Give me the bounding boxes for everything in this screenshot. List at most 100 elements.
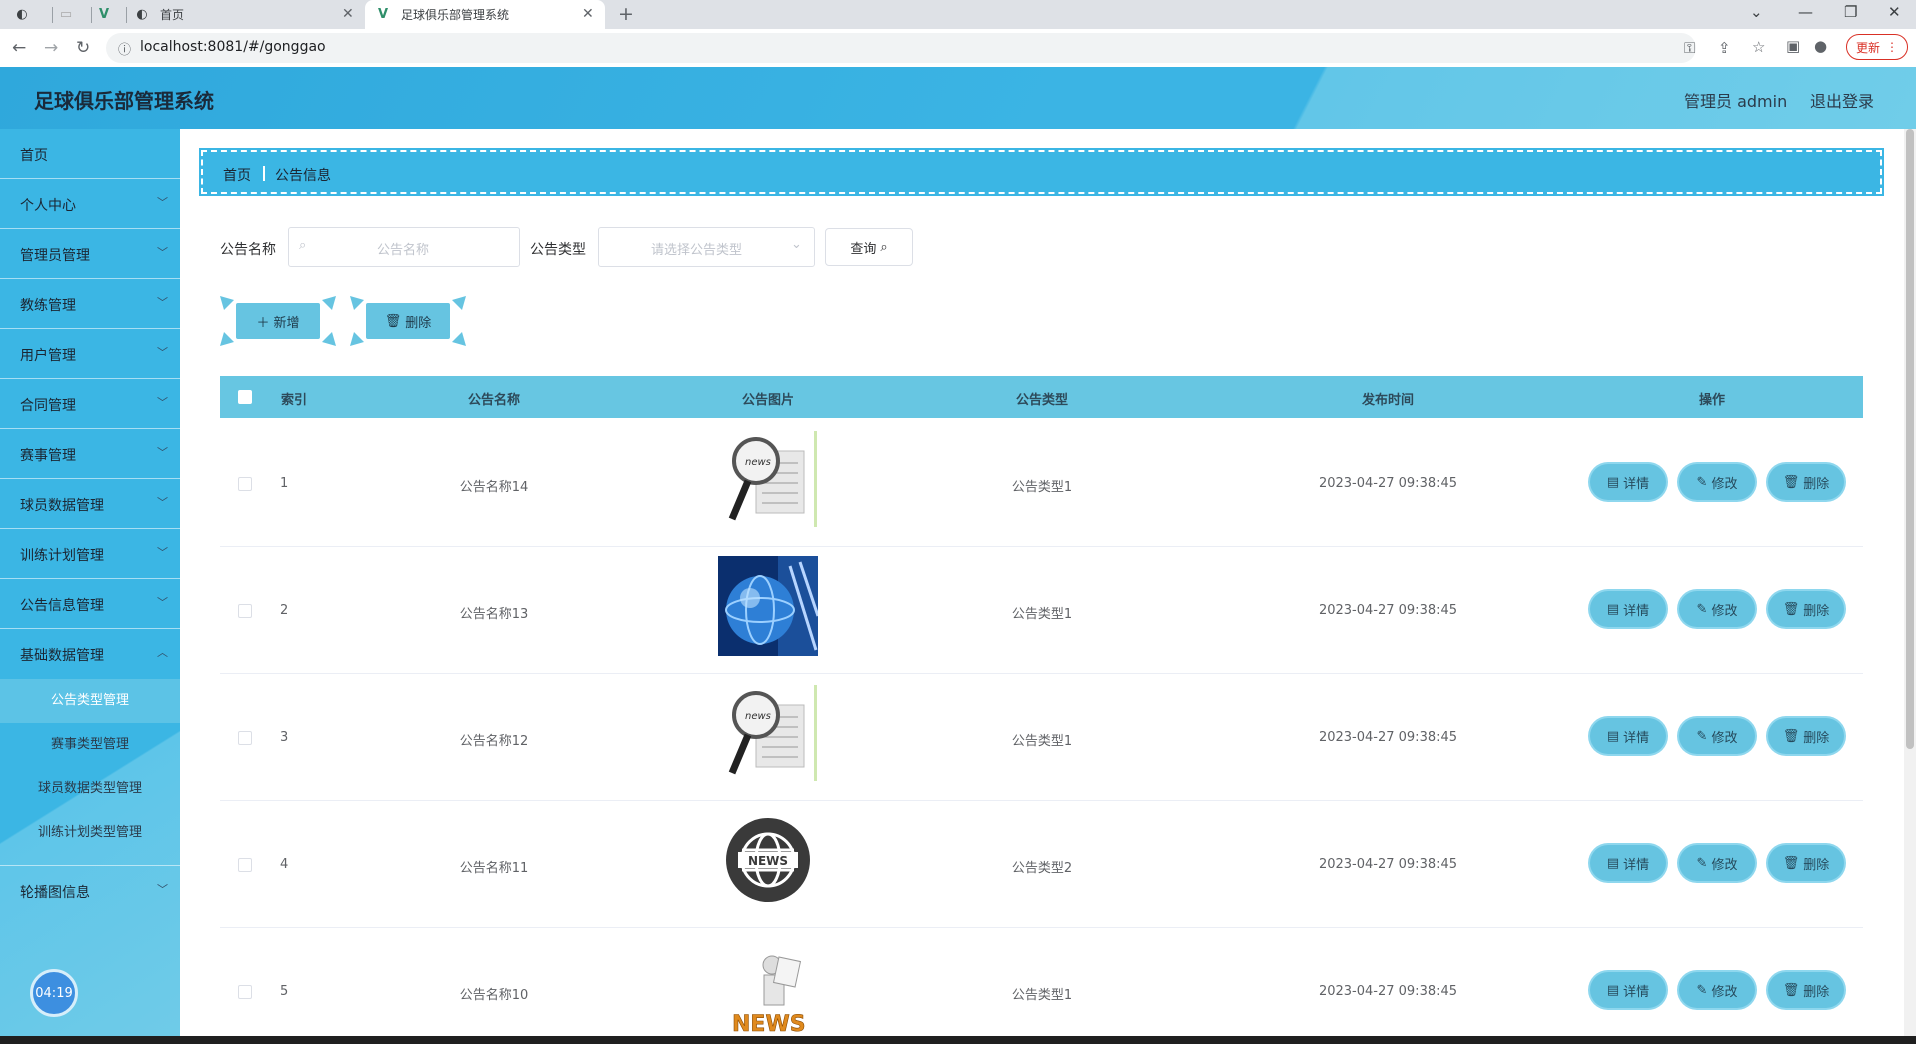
query-label: 查询 bbox=[850, 241, 877, 257]
profile-avatar-icon[interactable]: ● bbox=[1814, 37, 1827, 55]
detail-button[interactable]: ▤ 详情 bbox=[1590, 718, 1666, 754]
edit-button[interactable]: ✎ 修改 bbox=[1679, 845, 1755, 881]
filter-type-label: 公告类型 bbox=[530, 242, 586, 258]
chevron-down-icon: ﹀ bbox=[157, 883, 168, 896]
back-arrow-icon[interactable]: ← bbox=[12, 38, 26, 58]
logout-link[interactable]: 退出登录 bbox=[1810, 88, 1874, 112]
detail-button[interactable]: ▤ 详情 bbox=[1590, 972, 1666, 1008]
row-time: 2023-04-27 09:38:45 bbox=[1318, 857, 1458, 872]
sidebar-item-training[interactable]: 训练计划管理 ﹀ bbox=[0, 529, 180, 579]
breadcrumb-current: 公告信息 bbox=[275, 168, 331, 184]
sidebar-item-label: 球员数据管理 bbox=[20, 498, 104, 514]
document-icon: ▤ bbox=[1606, 728, 1620, 744]
sidebar-subitem-match-types[interactable]: 赛事类型管理 bbox=[0, 723, 180, 767]
vue-logo-icon: V bbox=[377, 7, 389, 22]
sidebar-item-users[interactable]: 用户管理 ﹀ bbox=[0, 329, 180, 379]
column-header: 操作 bbox=[1698, 393, 1726, 408]
chevron-down-icon: ﹀ bbox=[157, 596, 168, 609]
chevron-down-icon[interactable]: ⌄ bbox=[1750, 3, 1763, 21]
bookmark-star-icon[interactable]: ☆ bbox=[1752, 38, 1765, 56]
search-icon: ⌕ bbox=[880, 239, 888, 255]
announcement-type-select[interactable]: 请选择公告类型 ⌄ bbox=[598, 227, 815, 267]
row-index: 4 bbox=[280, 857, 289, 872]
delete-button[interactable]: 🗑 删除 bbox=[1768, 845, 1844, 881]
sidebar-item-player-data[interactable]: 球员数据管理 ﹀ bbox=[0, 479, 180, 529]
select-placeholder: 请选择公告类型 bbox=[651, 243, 743, 258]
sidebar-item-matches[interactable]: 赛事管理 ﹀ bbox=[0, 429, 180, 479]
row-checkbox[interactable] bbox=[238, 985, 252, 999]
blank-page-icon: ▭ bbox=[59, 7, 73, 22]
sidepanel-icon[interactable]: ▣ bbox=[1786, 37, 1800, 55]
edit-button[interactable]: ✎ 修改 bbox=[1679, 718, 1755, 754]
table-row: 4 公告名称11 NEWS 公告类型2 2023-04-27 09:38:45 … bbox=[220, 800, 1863, 928]
tab-pinned-2[interactable]: ▭ bbox=[58, 0, 92, 29]
document-icon: ▤ bbox=[1606, 982, 1620, 998]
info-icon[interactable]: ⓘ bbox=[118, 39, 131, 58]
announcement-name-input[interactable]: ⌕ 公告名称 bbox=[288, 227, 520, 267]
delete-button[interactable]: 🗑 删除 bbox=[1768, 464, 1844, 500]
taskbar-strip bbox=[0, 1036, 1916, 1044]
edit-label: 修改 bbox=[1711, 476, 1738, 492]
edit-button[interactable]: ✎ 修改 bbox=[1679, 972, 1755, 1008]
sidebar-item-announcements[interactable]: 公告信息管理 ﹀ bbox=[0, 579, 180, 629]
tab-home[interactable]: ◐ 首页 bbox=[134, 0, 360, 29]
breadcrumb-home[interactable]: 首页 bbox=[223, 165, 251, 185]
share-icon[interactable]: ⇪ bbox=[1718, 39, 1731, 57]
more-vert-icon: ⋮ bbox=[1886, 40, 1898, 54]
row-checkbox[interactable] bbox=[238, 858, 252, 872]
row-checkbox[interactable] bbox=[238, 477, 252, 491]
sidebar-subitem-player-data-types[interactable]: 球员数据类型管理 bbox=[0, 767, 180, 811]
query-button[interactable]: 查询 ⌕ bbox=[825, 228, 913, 266]
minimize-icon[interactable]: — bbox=[1798, 3, 1813, 21]
delete-button[interactable]: 🗑 删除 bbox=[1768, 718, 1844, 754]
tab-pinned-1[interactable]: ◐ bbox=[14, 0, 54, 29]
row-checkbox[interactable] bbox=[238, 731, 252, 745]
edit-button[interactable]: ✎ 修改 bbox=[1679, 464, 1755, 500]
detail-button[interactable]: ▤ 详情 bbox=[1590, 591, 1666, 627]
delete-button[interactable]: 🗑 删除 bbox=[1768, 972, 1844, 1008]
sidebar-item-base-data[interactable]: 基础数据管理 ︿ bbox=[0, 629, 180, 679]
sidebar-item-carousel[interactable]: 轮播图信息 ﹀ bbox=[0, 865, 180, 915]
sidebar-item-home[interactable]: 首页 bbox=[0, 129, 180, 179]
sidebar-item-admins[interactable]: 管理员管理 ﹀ bbox=[0, 229, 180, 279]
sidebar-item-contracts[interactable]: 合同管理 ﹀ bbox=[0, 379, 180, 429]
scrollbar-thumb[interactable] bbox=[1906, 129, 1914, 749]
select-all-checkbox[interactable] bbox=[238, 390, 252, 404]
key-icon[interactable]: ⚿ bbox=[1684, 39, 1695, 57]
chevron-down-icon: ﹀ bbox=[157, 296, 168, 309]
close-icon[interactable]: ✕ bbox=[582, 6, 594, 22]
close-icon[interactable]: ✕ bbox=[342, 6, 354, 22]
table-row: 1 公告名称14 news 公告类型1 2023-04-27 09:38:45 … bbox=[220, 419, 1863, 547]
detail-label: 详情 bbox=[1623, 857, 1650, 873]
column-header: 发布时间 bbox=[1361, 393, 1415, 408]
delete-button[interactable]: 🗑 删除 bbox=[1768, 591, 1844, 627]
news-globe-badge-icon: NEWS bbox=[726, 818, 810, 902]
url-omnibox[interactable]: ⓘ localhost:8081/#/gonggao ⚿ ⇪ ☆ bbox=[106, 33, 1765, 63]
column-header: 索引 bbox=[280, 393, 308, 408]
pencil-icon: ✎ bbox=[1696, 474, 1708, 490]
new-tab-plus-icon[interactable]: + bbox=[618, 3, 634, 25]
row-type: 公告类型1 bbox=[1011, 480, 1073, 495]
table-header: 索引 公告名称 公告图片 公告类型 发布时间 操作 bbox=[220, 376, 1863, 418]
edit-button[interactable]: ✎ 修改 bbox=[1679, 591, 1755, 627]
page-scrollbar[interactable] bbox=[1904, 129, 1916, 1036]
document-icon: ▤ bbox=[1606, 474, 1620, 490]
detail-button[interactable]: ▤ 详情 bbox=[1590, 464, 1666, 500]
sidebar-subitem-training-types[interactable]: 训练计划类型管理 bbox=[0, 811, 180, 855]
update-button[interactable]: 更新 ⋮ bbox=[1846, 34, 1908, 60]
forward-arrow-icon[interactable]: → bbox=[44, 38, 58, 58]
restore-icon[interactable]: ❐ bbox=[1844, 3, 1857, 21]
column-header: 公告类型 bbox=[1015, 393, 1069, 408]
sidebar-item-personal[interactable]: 个人中心 ﹀ bbox=[0, 179, 180, 229]
detail-button[interactable]: ▤ 详情 bbox=[1590, 845, 1666, 881]
reload-icon[interactable]: ↻ bbox=[76, 38, 90, 58]
delete-label: 删除 bbox=[1803, 476, 1830, 492]
sidebar-item-coaches[interactable]: 教练管理 ﹀ bbox=[0, 279, 180, 329]
chevron-down-icon: ﹀ bbox=[157, 546, 168, 559]
tab-active[interactable]: V 足球俱乐部管理系统 bbox=[365, 0, 605, 29]
window-close-icon[interactable]: ✕ bbox=[1888, 3, 1901, 21]
sidebar-subitem-announcement-types[interactable]: 公告类型管理 bbox=[0, 679, 180, 723]
document-icon: ▤ bbox=[1606, 601, 1620, 617]
url-text[interactable]: localhost:8081/#/gonggao bbox=[140, 39, 326, 55]
row-checkbox[interactable] bbox=[238, 604, 252, 618]
